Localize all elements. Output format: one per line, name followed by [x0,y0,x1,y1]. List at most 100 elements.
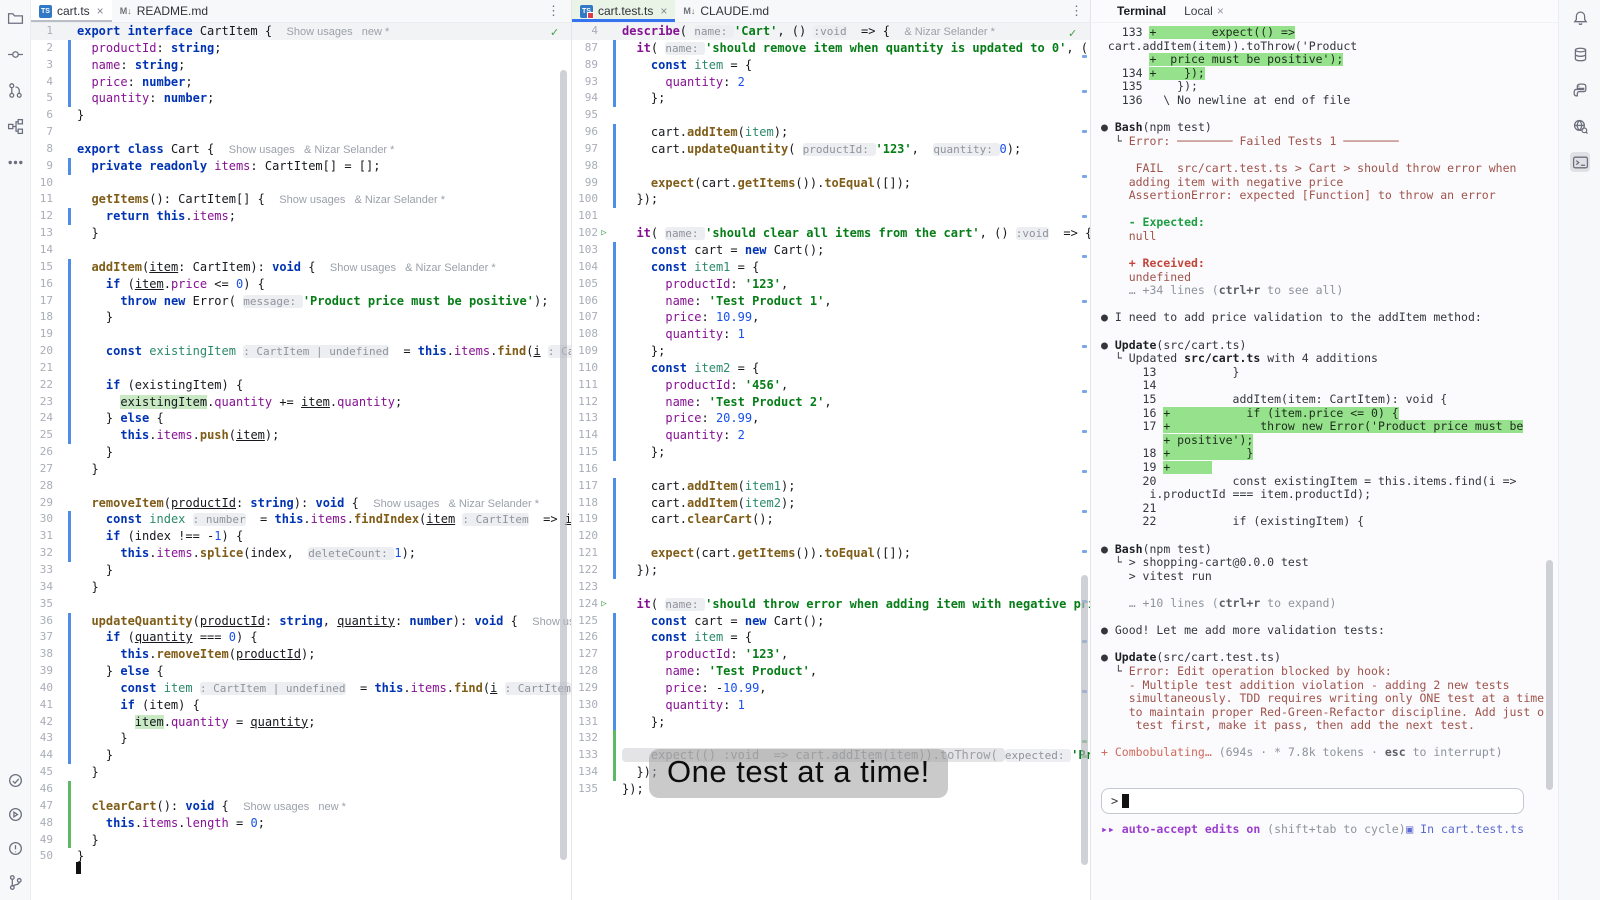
code-segment: string [171,41,214,55]
database-icon[interactable] [1570,44,1590,64]
gutter-spacer [65,562,73,579]
close-icon[interactable]: × [97,4,104,18]
gutter-spacer [598,562,610,579]
gutter-spacer [53,175,65,192]
gutter-spacer [610,596,618,613]
code-line: 10 [31,175,571,192]
gutter-spacer [53,191,65,208]
close-icon[interactable]: × [660,4,667,18]
line-number: 29 [31,495,53,512]
code-segment: 'should clear all items from the cart' [705,226,980,240]
typescript-file-icon: TS [39,5,52,18]
gutter-spacer [53,40,65,57]
terminal-tab-local[interactable]: Local × [1184,4,1224,18]
line-number: 103 [572,242,598,259]
terminal-segment: i.productId === item.productId); [1101,488,1371,501]
inspections-ok-icon[interactable]: ✓ [1068,27,1077,40]
code-segment: item [301,395,330,409]
code-line: 28 [31,478,571,495]
terminal-prompt-input[interactable]: > [1101,788,1524,814]
code-segment [77,159,91,173]
terminal-line [1101,148,1544,162]
ai-assistant-icon[interactable] [5,770,25,790]
pull-requests-icon[interactable] [5,80,25,100]
code-segment: number [142,75,185,89]
editor-options-kebab-icon[interactable]: ⋮ [547,3,560,19]
terminal-title[interactable]: Terminal [1117,4,1166,18]
middle-editor-scrollbar[interactable] [1081,575,1088,865]
auto-accept-status[interactable]: ▸▸ auto-accept edits on (shift+tab to cy… [1101,822,1406,836]
notifications-bell-icon[interactable] [1570,8,1590,28]
web-search-icon[interactable] [1570,116,1590,136]
code-segment: ( [483,681,490,695]
change-marker [65,613,73,630]
run-test-icon[interactable]: ▷ [598,225,610,242]
gutter-spacer [610,208,618,225]
close-icon[interactable]: × [1217,4,1224,18]
left-editor-scrollbar[interactable] [560,70,567,860]
code-segment: CartItem { [200,24,287,38]
context-file-indicator[interactable]: ▣ In cart.test.ts [1406,822,1524,836]
problems-icon[interactable] [5,838,25,858]
tab-cart.ts[interactable]: TScart.ts× [31,0,112,22]
code-segment [622,411,665,425]
change-marker [610,680,618,697]
change-marker [610,343,618,360]
gutter-spacer [53,545,65,562]
terminal-segment: Error: Edit operation blocked by hook: [1129,665,1392,678]
line-number: 98 [572,158,598,175]
python-packages-icon[interactable] [1570,80,1590,100]
git-branch-icon[interactable] [5,872,25,892]
code-segment: string [135,58,178,72]
code-segment: ; [229,209,236,223]
code-segment: : [694,294,708,308]
terminal-line: 133 + expect(() => [1101,26,1544,40]
run-test-icon[interactable]: ▷ [598,596,610,613]
terminal-scrollbar[interactable] [1546,560,1553,790]
project-folder-icon[interactable] [5,8,25,28]
code-segment: private [91,159,149,173]
line-number: 106 [572,293,598,310]
run-icon[interactable] [5,804,25,824]
code-line: 37 if (quantity === 0) { [31,629,571,646]
code-line: 15 addItem(item: CartItem): void { Show … [31,259,571,276]
code-line: 13 } [31,225,571,242]
tab-README.md[interactable]: M↓README.md [112,0,216,22]
tab-CLAUDE.md[interactable]: M↓CLAUDE.md [675,0,777,22]
terminal-segment: └ Updated [1101,352,1184,365]
code-segment: this [106,816,135,830]
editor-options-kebab-icon[interactable]: ⋮ [1070,3,1083,19]
change-marker [610,663,618,680]
change-marker [610,326,618,343]
terminal-icon[interactable] [1570,152,1590,172]
code-segment: 10.99 [723,681,759,695]
code-segment: item [694,630,730,644]
structure-icon[interactable] [5,116,25,136]
line-number: 15 [31,259,53,276]
code-segment: name [91,58,120,72]
code-segment: item1 [745,479,781,493]
code-segment: quantity [337,614,395,628]
terminal-line: 16 + if (item.price <= 0) { [1101,407,1544,421]
code-segment: item [745,125,774,139]
code-editor-cart-ts[interactable]: 1export interface CartItem { Show usages… [31,23,571,900]
terminal-output[interactable]: 133 + expect(() => cart.addItem(item)).t… [1101,26,1544,760]
inspections-ok-icon[interactable]: ✓ [550,26,559,39]
code-line: 44 } [31,747,571,764]
line-number: 124 [572,596,598,613]
change-marker [610,511,618,528]
code-segment: getItems [738,176,796,190]
gutter-spacer [53,511,65,528]
terminal-segment: Bash [1115,543,1143,556]
code-line: 131 }; [572,714,1090,731]
terminal-line: test first, make it pass, then add the n… [1101,719,1544,733]
code-segment: 2 [738,428,745,442]
commit-icon[interactable] [5,44,25,64]
code-line: 7 [31,124,571,141]
line-number: 131 [572,714,598,731]
more-icon[interactable] [5,152,25,172]
line-number: 97 [572,141,598,158]
terminal-line: simultaneously. TDD requires writing onl… [1101,692,1544,706]
line-number: 37 [31,629,53,646]
tab-cart.test.ts[interactable]: TScart.test.ts× [572,0,675,22]
